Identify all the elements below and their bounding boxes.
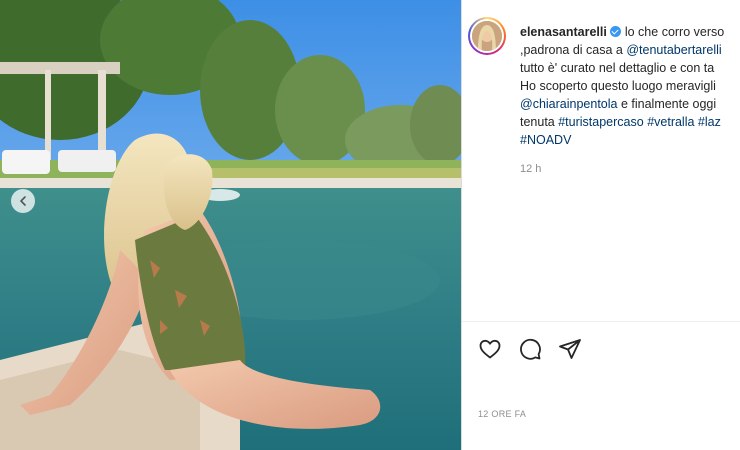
caption-line: ,padrona di casa a @tenutabertarelli <box>520 43 722 57</box>
previous-image-button[interactable] <box>11 189 35 213</box>
comment-icon <box>520 338 541 360</box>
hashtag-link[interactable]: #turistapercaso <box>558 115 643 129</box>
hashtag-link[interactable]: #vetralla <box>647 115 694 129</box>
section-divider <box>462 321 740 322</box>
action-bar <box>478 336 582 362</box>
hashtag-link[interactable]: #NOADV <box>520 133 571 147</box>
comment-button[interactable] <box>518 337 542 361</box>
post-timestamp[interactable]: 12 ORE FA <box>478 409 526 419</box>
post-photo[interactable] <box>0 0 461 450</box>
post-info-panel: elenasantarelli lo che corro verso ,padro… <box>462 0 740 450</box>
caption-line: Ho scoperto questo luogo meravigli <box>520 79 716 93</box>
caption-line: @chiarainpentola e finalmente oggi <box>520 97 717 111</box>
username-link[interactable]: elenasantarelli <box>520 25 607 39</box>
avatar-image <box>472 21 502 51</box>
hashtag-link[interactable]: #laz <box>698 115 721 129</box>
mention-link[interactable]: @tenutabertarelli <box>626 43 721 57</box>
chevron-left-icon <box>20 196 26 206</box>
like-button[interactable] <box>478 337 502 361</box>
heart-icon <box>479 339 501 359</box>
send-icon <box>559 339 581 359</box>
pool-photo-image <box>0 0 461 450</box>
post-caption: elenasantarelli lo che corro verso ,padro… <box>520 23 740 149</box>
verified-badge-icon <box>609 26 621 37</box>
caption-time[interactable]: 12 h <box>520 163 541 175</box>
caption-line: tutto è' curato nel dettaglio e con ta <box>520 61 715 75</box>
avatar[interactable] <box>468 17 506 55</box>
mention-link[interactable]: @chiarainpentola <box>520 97 617 111</box>
share-button[interactable] <box>558 337 582 361</box>
caption-line: tenuta #turistapercaso #vetralla #laz <box>520 115 721 129</box>
caption-line: #NOADV <box>520 131 740 149</box>
caption-line: elenasantarelli lo che corro verso <box>520 25 725 39</box>
